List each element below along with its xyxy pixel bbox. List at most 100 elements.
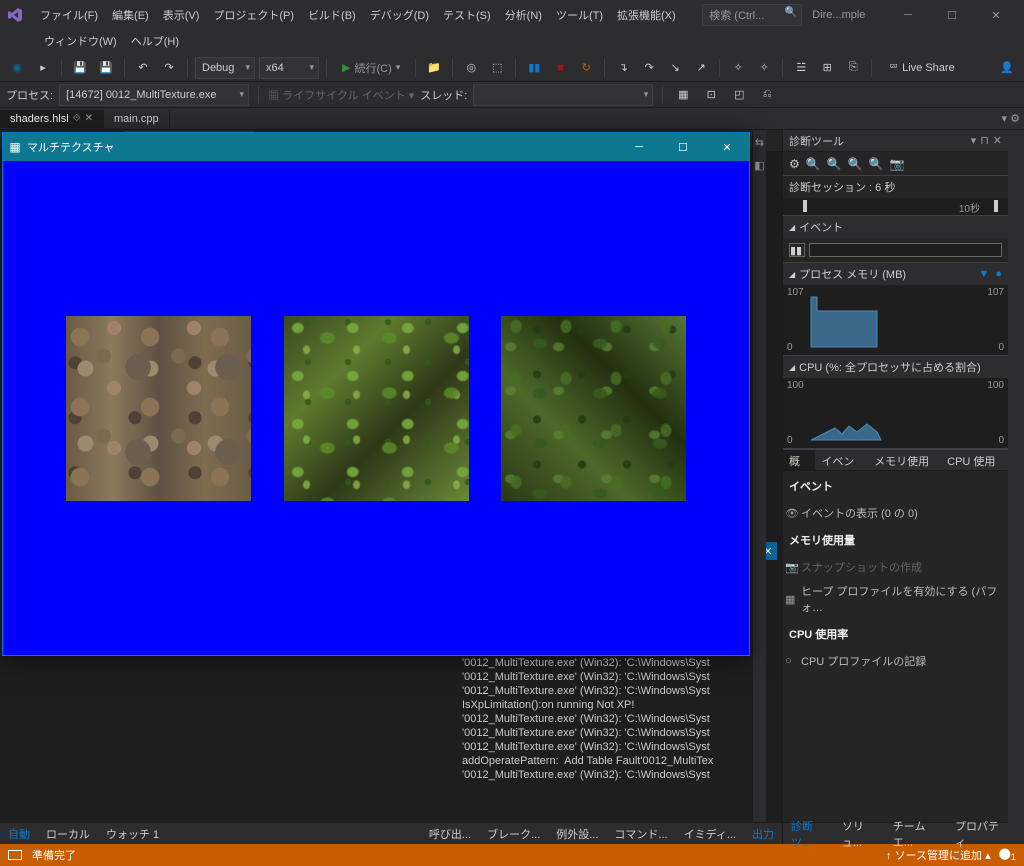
diag-item-snapshot[interactable]: 📷スナップショットの作成 <box>783 555 1008 579</box>
diag-gear-icon[interactable]: ⚙ <box>789 157 800 171</box>
diag-mem-chart[interactable]: 107 0 107 0 <box>783 285 1008 355</box>
thread-dropdown[interactable] <box>473 84 653 106</box>
menu-build[interactable]: ビルド(B) <box>302 4 362 26</box>
config-dropdown[interactable]: Debug <box>195 57 255 79</box>
diag-cpu-header[interactable]: ◢CPU (%: 全プロセッサに占める割合) <box>783 356 1008 378</box>
diag-tab-mem[interactable]: メモリ使用量 <box>868 450 941 470</box>
tab-main[interactable]: main.cpp <box>104 110 170 128</box>
save-all-icon[interactable]: 💾 <box>95 57 117 79</box>
menu-extensions[interactable]: 拡張機能(X) <box>611 4 682 26</box>
step-over-icon[interactable]: ↷ <box>638 57 660 79</box>
rw-minimize-button[interactable]: ─ <box>617 133 661 161</box>
bdtab-prop[interactable]: プロパティ <box>947 815 1008 853</box>
dbg-a-icon[interactable]: ▦ <box>672 84 694 106</box>
diag-item-cpu-rec[interactable]: ○CPU プロファイルの記録 <box>783 649 1008 673</box>
diag-zoom1-icon[interactable]: 🔍 <box>848 157 863 171</box>
collapse-icon[interactable]: ⇆ <box>755 136 764 149</box>
user-icon[interactable]: 👤 <box>996 57 1018 79</box>
nav-back-icon[interactable]: ◉ <box>6 57 28 79</box>
redo-icon[interactable]: ↷ <box>158 57 180 79</box>
folder-icon[interactable]: 📁 <box>423 57 445 79</box>
diag-cam-icon[interactable]: 📷 <box>890 157 905 171</box>
btab-watch[interactable]: ウォッチ 1 <box>98 823 167 845</box>
close-button[interactable]: ✕ <box>974 1 1018 29</box>
menu-project[interactable]: プロジェクト(P) <box>207 4 300 26</box>
process-dropdown[interactable]: [14672] 0012_MultiTexture.exe <box>59 84 249 106</box>
search-input[interactable]: 検索 (Ctrl... <box>702 4 802 26</box>
diag-timeline[interactable]: 10秒 <box>783 198 1008 216</box>
menu-edit[interactable]: 編集(E) <box>106 4 155 26</box>
diag-tab-summary[interactable]: 概要 <box>783 450 815 470</box>
stop-icon[interactable]: ■ <box>549 57 571 79</box>
diag-pin-icon[interactable]: ⊓ <box>980 134 989 147</box>
dbg-d-icon[interactable]: ⎌ <box>756 84 778 106</box>
diag-drop-icon[interactable]: ▾ <box>971 134 977 147</box>
diag-item-show-events[interactable]: 👁イベントの表示 (0 の 0) <box>783 501 1008 525</box>
diag-close-icon[interactable]: ✕ <box>993 134 1002 147</box>
output-text[interactable]: '0012_MultiTexture.exe' (Win32): 'C:\Win… <box>460 654 782 784</box>
tool-a-icon[interactable]: ✧ <box>727 57 749 79</box>
dbg-c-icon[interactable]: ◰ <box>728 84 750 106</box>
btab-local[interactable]: ローカル <box>38 823 98 845</box>
menu-tool[interactable]: ツール(T) <box>550 4 609 26</box>
btab-exc[interactable]: 例外設... <box>548 823 606 845</box>
btab-callstack[interactable]: 呼び出... <box>421 823 479 845</box>
close-icon[interactable]: ✕ <box>85 113 93 124</box>
menu-help[interactable]: ヘルプ(H) <box>125 30 185 52</box>
bdtab-diag[interactable]: 診断ツ... <box>783 815 834 853</box>
diag-zoom2-icon[interactable]: 🔍 <box>869 157 884 171</box>
pin-icon[interactable]: ⟐ <box>73 113 81 124</box>
menu-view[interactable]: 表示(V) <box>157 4 206 26</box>
diag-item-heap[interactable]: ▦ヒープ プロファイルを有効にする (パフォ… <box>783 579 1008 619</box>
opt-icon[interactable]: ⬚ <box>486 57 508 79</box>
pause-icon[interactable]: ▮▮ <box>523 57 545 79</box>
menu-debug[interactable]: デバッグ(D) <box>364 4 435 26</box>
restart-icon[interactable]: ↻ <box>575 57 597 79</box>
tool-d-icon[interactable]: ⊞ <box>816 57 838 79</box>
diag-title[interactable]: 診断ツール ▾⊓✕ <box>783 130 1008 152</box>
diag-zoom-out-icon[interactable]: 🔍 <box>827 157 842 171</box>
mem-v-icon[interactable]: ▼ <box>978 268 989 280</box>
diag-tab-cpu[interactable]: CPU 使用率 <box>941 450 1008 470</box>
nav-fwd-icon[interactable]: ▸ <box>32 57 54 79</box>
btab-imm[interactable]: イミディ... <box>676 823 744 845</box>
step-icon[interactable]: ↴ <box>612 57 634 79</box>
rw-close-button[interactable]: ✕ <box>705 133 749 161</box>
mem-dot-icon[interactable]: ● <box>995 268 1002 280</box>
btab-output[interactable]: 出力 <box>744 823 782 845</box>
diag-mem-header[interactable]: ◢プロセス メモリ (MB)▼● <box>783 263 1008 285</box>
diag-zoom-in-icon[interactable]: 🔍 <box>806 157 821 171</box>
dbg-b-icon[interactable]: ⊡ <box>700 84 722 106</box>
live-share-button[interactable]: ⮹Live Share <box>883 59 960 76</box>
menu-window[interactable]: ウィンドウ(W) <box>38 30 123 52</box>
menu-analyze[interactable]: 分析(N) <box>499 4 548 26</box>
bdtab-sln[interactable]: ソリュ... <box>834 815 885 853</box>
step-out-icon[interactable]: ↗ <box>690 57 712 79</box>
maximize-button[interactable]: ☐ <box>930 1 974 29</box>
step-into-icon[interactable]: ↘ <box>664 57 686 79</box>
minimize-button[interactable]: ─ <box>886 1 930 29</box>
strip-a-icon[interactable]: ◧ <box>754 159 764 172</box>
bdtab-team[interactable]: チーム エ... <box>885 815 947 853</box>
tab-more-icon[interactable]: ▾ ⚙ <box>998 112 1024 125</box>
save-icon[interactable]: 💾 <box>69 57 91 79</box>
render-window-titlebar[interactable]: ▦ マルチテクスチャ ─ ☐ ✕ <box>3 133 749 161</box>
event-track[interactable] <box>809 243 1002 257</box>
tab-shaders[interactable]: shaders.hlsl⟐✕ <box>0 110 104 128</box>
platform-dropdown[interactable]: x64 <box>259 57 319 79</box>
continue-button[interactable]: ▶続行(C)▾ <box>334 58 408 78</box>
tool-b-icon[interactable]: ✧ <box>753 57 775 79</box>
tool-c-icon[interactable]: ☱ <box>790 57 812 79</box>
undo-icon[interactable]: ↶ <box>132 57 154 79</box>
diag-events-header[interactable]: ◢イベント <box>783 216 1008 238</box>
target-icon[interactable]: ◎ <box>460 57 482 79</box>
rw-maximize-button[interactable]: ☐ <box>661 133 705 161</box>
menu-test[interactable]: テスト(S) <box>437 4 497 26</box>
btab-auto[interactable]: 自動 <box>0 823 38 845</box>
diag-tab-events[interactable]: イベント <box>815 450 868 470</box>
btab-cmd[interactable]: コマンド... <box>606 823 675 845</box>
tool-e-icon[interactable]: ⎘ <box>842 57 864 79</box>
menu-file[interactable]: ファイル(F) <box>34 4 104 26</box>
btab-break[interactable]: ブレーク... <box>479 823 548 845</box>
diag-cpu-chart[interactable]: 100 0 100 0 <box>783 378 1008 448</box>
